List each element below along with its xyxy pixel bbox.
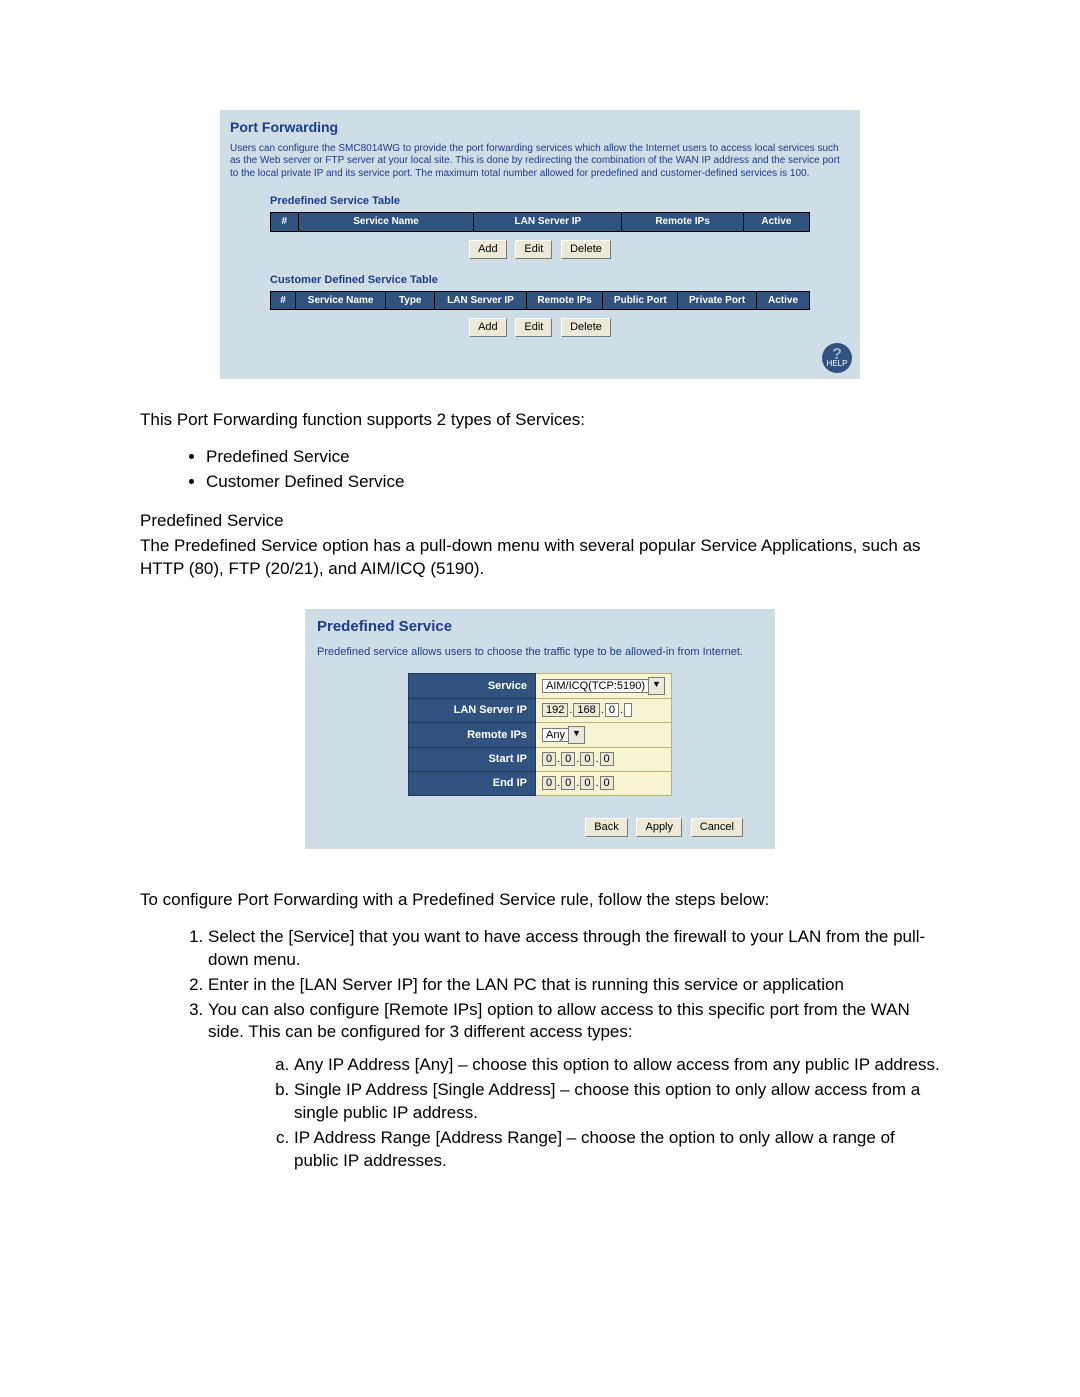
list-item: Single IP Address [Single Address] – cho…	[294, 1079, 940, 1125]
cancel-button[interactable]: Cancel	[691, 818, 743, 837]
col-num: #	[271, 213, 299, 232]
remote-ips-select[interactable]: Any	[542, 728, 569, 742]
start-ip-field: 0.0.0.0	[535, 748, 671, 772]
label-remote-ips: Remote IPs	[408, 723, 535, 748]
panel-title: Port Forwarding	[230, 118, 850, 137]
list-item: Select the [Service] that you want to ha…	[208, 926, 940, 972]
predefined-service-form: Service AIM/ICQ(TCP:5190)▼ LAN Server IP…	[408, 673, 672, 796]
start-octet-1: 0	[542, 752, 556, 766]
apply-button[interactable]: Apply	[636, 818, 682, 837]
start-octet-3: 0	[580, 752, 594, 766]
col-remote-ips: Remote IPs	[622, 213, 743, 232]
customer-service-table: # Service Name Type LAN Server IP Remote…	[270, 291, 810, 311]
col-public-port: Public Port	[603, 291, 678, 310]
col-lan-ip: LAN Server IP	[435, 291, 527, 310]
predefined-service-panel: Predefined Service Predefined service al…	[305, 609, 775, 849]
end-octet-1: 0	[542, 776, 556, 790]
list-item: You can also configure [Remote IPs] opti…	[208, 999, 940, 1174]
lan-octet-4[interactable]	[624, 703, 632, 717]
end-octet-2: 0	[561, 776, 575, 790]
add-button[interactable]: Add	[469, 240, 507, 259]
list-item: Any IP Address [Any] – choose this optio…	[294, 1054, 940, 1077]
chevron-down-icon[interactable]: ▼	[568, 726, 585, 744]
predefined-service-table: # Service Name LAN Server IP Remote IPs …	[270, 212, 810, 232]
config-intro: To configure Port Forwarding with a Pred…	[140, 889, 940, 912]
list-item: Predefined Service	[206, 446, 940, 469]
lan-octet-3[interactable]: 0	[605, 703, 619, 717]
list-item: Customer Defined Service	[206, 471, 940, 494]
step3-text: You can also configure [Remote IPs] opti…	[208, 1000, 910, 1042]
start-octet-4: 0	[600, 752, 614, 766]
end-octet-4: 0	[600, 776, 614, 790]
port-forwarding-panel: Port Forwarding Users can configure the …	[220, 110, 860, 379]
service-select[interactable]: AIM/ICQ(TCP:5190)	[542, 679, 649, 693]
label-start-ip: Start IP	[408, 748, 535, 772]
panel-description: Users can configure the SMC8014WG to pro…	[230, 143, 850, 181]
label-lan-ip: LAN Server IP	[408, 699, 535, 723]
lan-octet-2: 168	[573, 703, 599, 717]
delete-button[interactable]: Delete	[561, 318, 611, 337]
panel-description: Predefined service allows users to choos…	[317, 645, 763, 659]
edit-button[interactable]: Edit	[515, 318, 552, 337]
delete-button[interactable]: Delete	[561, 240, 611, 259]
end-ip-field: 0.0.0.0	[535, 771, 671, 795]
predefined-table-title: Predefined Service Table	[270, 194, 850, 209]
end-octet-3: 0	[580, 776, 594, 790]
col-active: Active	[743, 213, 809, 232]
lan-ip-field: 192.168.0.	[535, 699, 671, 723]
list-item: IP Address Range [Address Range] – choos…	[294, 1127, 940, 1173]
predefined-heading: Predefined Service	[140, 510, 940, 533]
col-lan-ip: LAN Server IP	[474, 213, 622, 232]
col-service-name: Service Name	[298, 213, 474, 232]
back-button[interactable]: Back	[585, 818, 627, 837]
label-end-ip: End IP	[408, 771, 535, 795]
service-type-list: Predefined Service Customer Defined Serv…	[186, 446, 940, 494]
col-service-name: Service Name	[296, 291, 386, 310]
help-icon[interactable]: HELP	[822, 343, 852, 373]
add-button[interactable]: Add	[469, 318, 507, 337]
col-active: Active	[757, 291, 810, 310]
col-num: #	[271, 291, 296, 310]
config-steps: Select the [Service] that you want to ha…	[186, 926, 940, 1173]
start-octet-2: 0	[561, 752, 575, 766]
col-private-port: Private Port	[678, 291, 757, 310]
edit-button[interactable]: Edit	[515, 240, 552, 259]
list-item: Enter in the [LAN Server IP] for the LAN…	[208, 974, 940, 997]
customer-table-title: Customer Defined Service Table	[270, 273, 850, 288]
col-remote-ips: Remote IPs	[526, 291, 603, 310]
access-types-list: Any IP Address [Any] – choose this optio…	[272, 1054, 940, 1173]
label-service: Service	[408, 674, 535, 699]
intro-text: This Port Forwarding function supports 2…	[140, 409, 940, 432]
lan-octet-1: 192	[542, 703, 568, 717]
chevron-down-icon[interactable]: ▼	[648, 677, 665, 695]
panel-title: Predefined Service	[317, 617, 763, 637]
col-type: Type	[386, 291, 435, 310]
predefined-paragraph: The Predefined Service option has a pull…	[140, 535, 940, 581]
